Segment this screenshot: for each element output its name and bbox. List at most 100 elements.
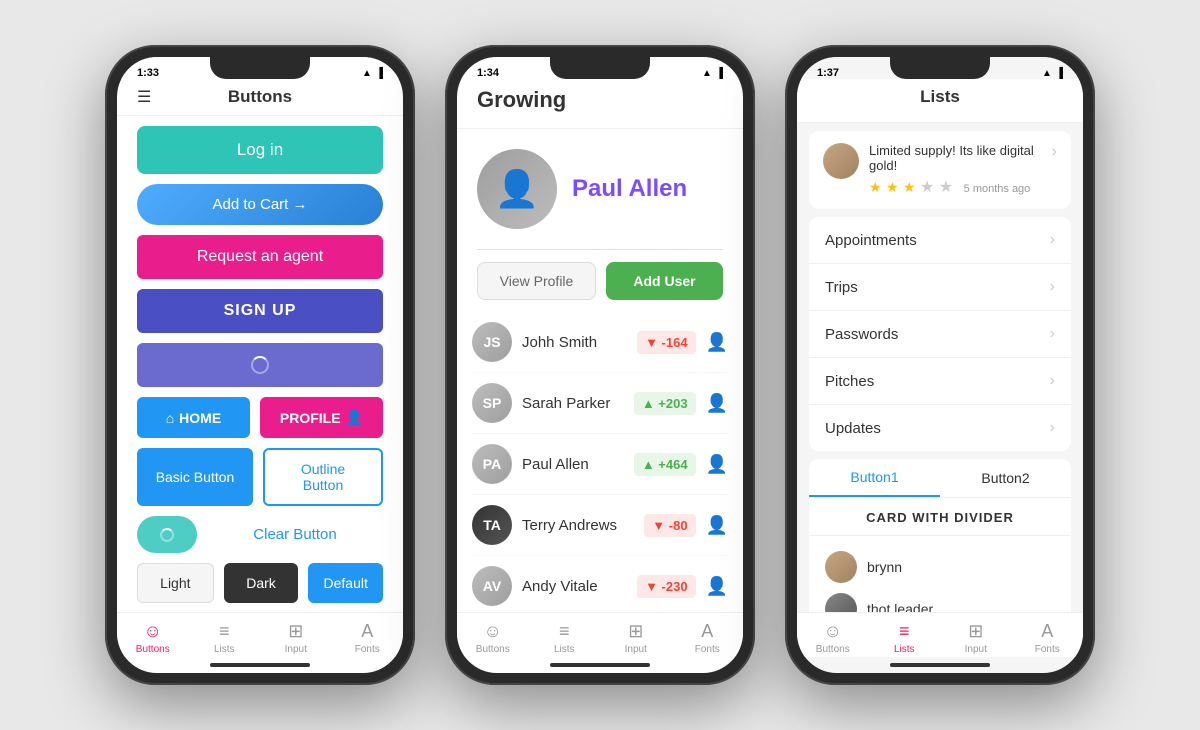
tab-fonts-label-3: Fonts (1035, 644, 1060, 655)
tab-lists-3[interactable]: ≡ Lists (869, 621, 941, 655)
user-action-johh[interactable]: 👤 (706, 332, 728, 353)
hamburger-icon[interactable]: ☰ (137, 87, 151, 107)
notch-2 (550, 57, 650, 79)
input-icon-3: ⊞ (968, 621, 983, 642)
user-name-andy: Andy Vitale (522, 578, 627, 595)
clear-button[interactable]: Clear Button (207, 516, 383, 553)
phone3-screen: 1:37 ▲ ▐ Lists Limited supply! Its like … (797, 57, 1083, 673)
card-user-row: brynn (825, 546, 1055, 588)
profile-label: PROFILE (280, 410, 341, 426)
outline-button[interactable]: Outline Button (263, 448, 383, 506)
status-bar-3: 1:37 ▲ ▐ (797, 57, 1083, 79)
status-bar-1: 1:33 ▲ ▐ (117, 57, 403, 79)
list-icon: ≡ (219, 621, 230, 642)
home-button[interactable]: ⌂ HOME (137, 397, 250, 438)
card-user-row: thot leader (825, 588, 1055, 612)
review-rating: ★ ★ ★ ★ ★ 5 months ago (869, 177, 1042, 197)
user-name-johh: Johh Smith (522, 334, 627, 351)
basic-outline-row: Basic Button Outline Button (137, 448, 383, 506)
user-avatar-sarah: SP (472, 383, 512, 423)
tab-buttons-1[interactable]: ☺ Buttons (117, 621, 189, 655)
tab-input-3[interactable]: ⊞ Input (940, 621, 1012, 655)
user-name-paul: Paul Allen (522, 456, 624, 473)
default-button[interactable]: Default (308, 563, 383, 603)
chevron-updates: › (1050, 419, 1055, 437)
wifi-icon-2: ▲ (702, 68, 712, 79)
list-item[interactable]: Appointments › (809, 217, 1071, 264)
thot-avatar (825, 593, 857, 612)
theme-row: Light Dark Default (137, 563, 383, 603)
phone-lists: 1:37 ▲ ▐ Lists Limited supply! Its like … (785, 45, 1095, 685)
list-item[interactable]: Updates › (809, 405, 1071, 451)
loading-button[interactable] (137, 343, 383, 387)
signup-button[interactable]: SIGN UP (137, 289, 383, 333)
user-action-paul[interactable]: 👤 (706, 454, 728, 475)
time-1: 1:33 (137, 67, 159, 79)
trips-label: Trips (825, 279, 1050, 296)
review-time: 5 months ago (964, 183, 1031, 195)
table-row: PA Paul Allen ▲ +464 👤 (472, 434, 728, 495)
list-item[interactable]: Pitches › (809, 358, 1071, 405)
tab-fonts-3[interactable]: A Fonts (1012, 621, 1084, 655)
table-row: JS Johh Smith ▼ -164 👤 (472, 312, 728, 373)
user-name-sarah: Sarah Parker (522, 395, 624, 412)
user-name-terry: Terry Andrews (522, 517, 634, 534)
tab-buttons-3[interactable]: ☺ Buttons (797, 621, 869, 655)
user-action-terry[interactable]: 👤 (706, 515, 728, 536)
tab-input-label-2: Input (625, 644, 647, 655)
profile-button[interactable]: PROFILE 👤 (260, 397, 383, 438)
wifi-icon-3: ▲ (1042, 68, 1052, 79)
page-title-3: Lists (920, 87, 960, 106)
chevron-appointments: › (1050, 231, 1055, 249)
pitches-label: Pitches (825, 373, 1050, 390)
home-label: HOME (179, 410, 221, 426)
light-button[interactable]: Light (137, 563, 214, 603)
user-avatar-paul: PA (472, 444, 512, 484)
user-action-andy[interactable]: 👤 (706, 576, 728, 597)
card-title: CARD WITH DIVIDER (825, 510, 1055, 525)
profile-section: 👤 Paul Allen (457, 129, 743, 249)
status-icons-3: ▲ ▐ (1042, 68, 1063, 79)
list-item[interactable]: Trips › (809, 264, 1071, 311)
user-avatar-johh: JS (472, 322, 512, 362)
tab-input-1[interactable]: ⊞ Input (260, 621, 332, 655)
star-2: ★ (886, 179, 899, 195)
phone-buttons: 1:33 ▲ ▐ ☰ Buttons Log in Add to Cart → … (105, 45, 415, 685)
request-agent-button[interactable]: Request an agent (137, 235, 383, 279)
button2-tab[interactable]: Button2 (940, 459, 1071, 497)
tab-lists-2[interactable]: ≡ Lists (529, 621, 601, 655)
tab-lists-1[interactable]: ≡ Lists (189, 621, 261, 655)
view-profile-button[interactable]: View Profile (477, 262, 596, 300)
card-divider-section: CARD WITH DIVIDER brynn thot leader (809, 498, 1071, 612)
tab-fonts-1[interactable]: A Fonts (332, 621, 404, 655)
tab-buttons-label-3: Buttons (816, 644, 850, 655)
brynn-name: brynn (867, 559, 902, 575)
add-to-cart-button[interactable]: Add to Cart → (137, 184, 383, 225)
button1-tab[interactable]: Button1 (809, 459, 940, 497)
table-row: SP Sarah Parker ▲ +203 👤 (472, 373, 728, 434)
list-icon-3: ≡ (899, 621, 910, 642)
status-icons-1: ▲ ▐ (362, 68, 383, 79)
battery-icon-2: ▐ (716, 68, 723, 79)
smiley-icon-2: ☺ (484, 621, 502, 642)
profile-actions: View Profile Add User (457, 250, 743, 312)
list-item[interactable]: Passwords › (809, 311, 1071, 358)
fonts-icon: A (361, 621, 373, 642)
table-row: TA Terry Andrews ▼ -80 👤 (472, 495, 728, 556)
tab-bar-2: ☺ Buttons ≡ Lists ⊞ Input A Fonts (457, 612, 743, 657)
user-action-sarah[interactable]: 👤 (706, 393, 728, 414)
notch-1 (210, 57, 310, 79)
tab-buttons-2[interactable]: ☺ Buttons (457, 621, 529, 655)
basic-button[interactable]: Basic Button (137, 448, 253, 506)
tab-fonts-2[interactable]: A Fonts (672, 621, 744, 655)
spinner-small-icon (160, 528, 174, 542)
toggle-loading-button[interactable] (137, 516, 197, 553)
battery-icon-3: ▐ (1056, 68, 1063, 79)
add-cart-label: Add to Cart → (212, 196, 307, 213)
login-button[interactable]: Log in (137, 126, 383, 174)
home-indicator-2 (550, 663, 650, 667)
fonts-icon-3: A (1041, 621, 1053, 642)
dark-button[interactable]: Dark (224, 563, 299, 603)
add-user-button[interactable]: Add User (606, 262, 723, 300)
tab-input-2[interactable]: ⊞ Input (600, 621, 672, 655)
